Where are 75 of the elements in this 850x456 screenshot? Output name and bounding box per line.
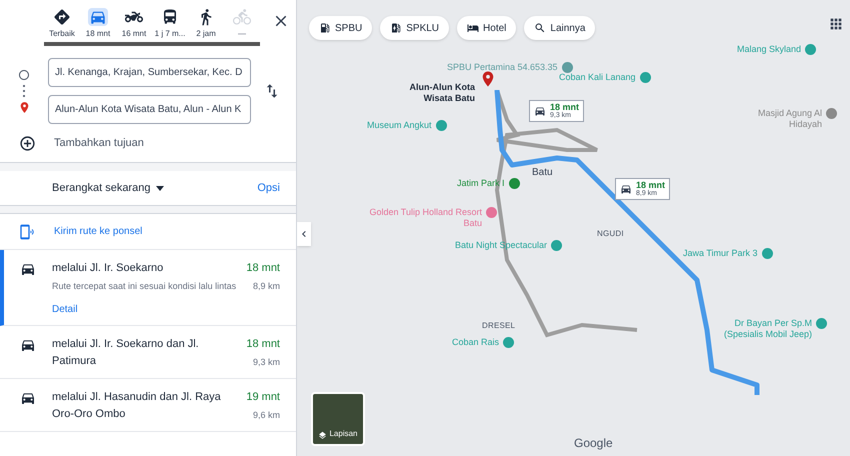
google-attribution: Google (574, 435, 613, 452)
add-icon (18, 134, 36, 152)
map-filter-chip[interactable]: Lainnya (524, 16, 596, 40)
map-place-label: Coban Rais (452, 337, 500, 348)
search-icon (534, 22, 546, 34)
map-filter-chip[interactable]: Hotel (457, 16, 516, 40)
layers-button[interactable]: Lapisan (311, 392, 365, 446)
layers-icon (318, 431, 328, 440)
destination-pin-icon (18, 100, 30, 114)
map-place-label: DRESEL (482, 320, 516, 332)
route-distance: 9,3 km (252, 356, 280, 369)
place-marker-icon[interactable] (640, 72, 651, 83)
send-to-phone-link[interactable]: Kirim rute ke ponsel (54, 224, 142, 239)
charging-station-icon (390, 22, 402, 34)
bed-icon (467, 22, 480, 34)
place-marker-icon[interactable] (551, 240, 562, 251)
place-marker-icon[interactable] (805, 44, 816, 55)
detail-link[interactable]: Detail (52, 302, 78, 317)
apps-grid-icon[interactable] (828, 16, 844, 32)
route-title: melalui Jl. Hasanudin dan Jl. Raya Oro-Oro Ombo (52, 390, 222, 422)
origin-field[interactable]: Jl. Kenanga, Krajan, Sumbersekar, Kec. D (48, 58, 251, 87)
route-duration: 18 mnt (246, 337, 280, 352)
route-title: melalui Jl. Ir. Soekarno (52, 261, 164, 276)
route-distance: 8,9 km (252, 280, 280, 293)
car-icon (88, 8, 108, 26)
dotted-line-icon (23, 84, 25, 96)
place-marker-icon[interactable] (503, 337, 514, 348)
map-place-label: Batu (532, 166, 554, 180)
callout-duration: 18 mnt (550, 103, 580, 112)
place-marker-icon[interactable] (508, 178, 520, 189)
map-place-label: Masjid Agung Al Hidayah (756, 108, 822, 130)
send-to-phone-icon (19, 224, 35, 240)
route-option[interactable]: melalui Jl. Ir. Soekarno dan Jl. Patimura 18 mnt 9,3 km (0, 326, 296, 379)
map-filter-chip[interactable]: SPBU (309, 16, 372, 40)
car-icon (620, 183, 632, 195)
collapse-panel-button[interactable] (297, 222, 311, 246)
directions-icon (52, 8, 72, 26)
map-place-label: NGUDI (597, 228, 625, 240)
route-duration: 18 mnt (246, 261, 280, 276)
route-note: Rute tercepat saat ini sesuai kondisi lalu lintas (52, 280, 238, 293)
route-option[interactable]: melalui Jl. Hasanudin dan Jl. Raya Oro-Oro Ombo 19 mnt 9,6 km (0, 379, 296, 432)
add-destination-button[interactable]: Tambahkan tujuan (54, 134, 144, 152)
map-place-label: Golden Tulip Holland Resort Batu (368, 207, 482, 229)
callout-duration: 18 mnt (636, 181, 666, 190)
map-place-label: Jawa Timur Park 3 (683, 248, 758, 259)
map-place-label: Dr Bayan Per Sp.M (Spesialis Mobil Jeep) (722, 318, 812, 340)
map-filter-chip[interactable]: SPKLU (380, 16, 450, 40)
route-title: melalui Jl. Ir. Soekarno dan Jl. Patimura (52, 337, 200, 369)
travel-mode-tab[interactable]: 1 j 7 m... (152, 8, 188, 42)
destination-field[interactable]: Alun-Alun Kota Wisata Batu, Alun - Alun K (48, 95, 251, 124)
bicycle-icon (232, 8, 252, 26)
car-icon (534, 105, 546, 117)
place-marker-icon[interactable] (486, 207, 497, 218)
map-place-label: Museum Angkut (367, 120, 432, 131)
options-link[interactable]: Opsi (257, 180, 280, 196)
map-place-label: SPBU Pertamina 54.653.35 (447, 62, 558, 73)
place-marker-icon[interactable] (562, 62, 573, 73)
travel-mode-tab[interactable]: 16 mnt (116, 8, 152, 42)
map-place-label: Alun-Alun Kota Wisata Batu (408, 82, 475, 104)
place-marker-icon[interactable] (826, 108, 837, 119)
depart-dropdown[interactable]: Berangkat sekarang (52, 180, 164, 196)
place-marker-icon[interactable] (762, 248, 773, 259)
map-place-label: Jatim Park I (457, 178, 505, 189)
travel-mode-tab[interactable]: 18 mnt (80, 8, 116, 42)
map-place-label: Batu Night Spectacular (455, 240, 548, 251)
map-place-label: Malang Skyland (737, 44, 802, 55)
map-place-label: Coban Kali Lanang (559, 72, 636, 83)
route-distance: 9,6 km (252, 409, 280, 422)
dropdown-caret-icon (156, 186, 164, 190)
place-marker-icon[interactable] (816, 318, 827, 329)
place-marker-icon[interactable] (436, 120, 447, 131)
travel-mode-tab[interactable]: Terbaik (44, 8, 80, 42)
fuel-pump-icon (319, 22, 331, 34)
travel-mode-tab[interactable]: 2 jam (188, 8, 224, 42)
route-duration: 19 mnt (246, 390, 280, 405)
